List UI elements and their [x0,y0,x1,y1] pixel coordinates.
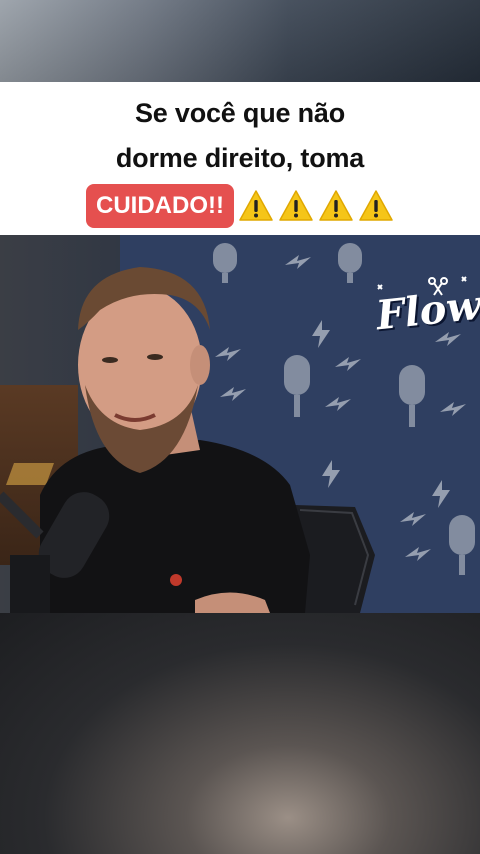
warning-icon [319,190,353,221]
warning-icon [239,190,273,221]
caption-line-3: CUIDADO!! [0,184,480,228]
caption-panel: Se você que não dorme direito, toma CUID… [0,82,480,235]
caution-highlight: CUIDADO!! [86,184,234,228]
caption-line-2: dorme direito, toma [115,143,365,173]
flow-logo: Flow [370,273,480,343]
video-frame[interactable]: Flow [0,235,480,613]
warning-icon [359,190,393,221]
bottom-blurred-background [0,613,480,854]
top-blurred-background [0,0,480,82]
warning-icon [279,190,313,221]
caption-line-1: Se você que não [134,98,346,128]
